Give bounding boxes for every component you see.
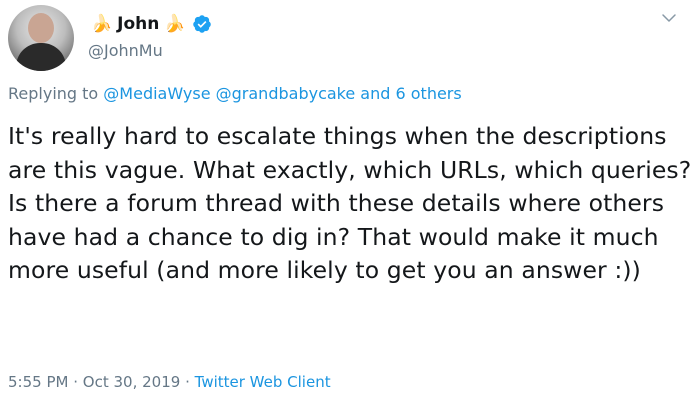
mention-link[interactable]: @MediaWyse [103,84,210,103]
tweet-header: 🍌 John 🍌 @JohnMu [8,5,692,75]
meta-separator: · [185,373,190,391]
others-link[interactable]: and 6 others [360,84,461,103]
tweet-meta: 5:55 PM · Oct 30, 2019 · Twitter Web Cli… [8,373,331,391]
tweet-time[interactable]: 5:55 PM [8,373,68,391]
replying-prefix: Replying to [8,84,99,103]
avatar[interactable] [8,5,74,71]
mention-link[interactable]: @grandbabycake [216,84,356,103]
display-name[interactable]: John [117,14,159,34]
source-link[interactable]: Twitter Web Client [195,373,331,391]
banana-emoji-icon: 🍌 [91,13,113,34]
author-block[interactable]: 🍌 John 🍌 @JohnMu [88,12,212,60]
meta-separator: · [73,373,79,391]
banana-emoji-icon: 🍌 [164,13,186,34]
tweet-text: It's really hard to escalate things when… [8,122,692,284]
chevron-down-icon[interactable] [660,9,678,27]
name-row: 🍌 John 🍌 [88,12,212,36]
verified-badge-icon [192,15,211,33]
replying-to: Replying to @MediaWyse @grandbabycake an… [8,84,462,103]
tweet-date[interactable]: Oct 30, 2019 [83,373,181,391]
handle[interactable]: @JohnMu [88,41,212,60]
